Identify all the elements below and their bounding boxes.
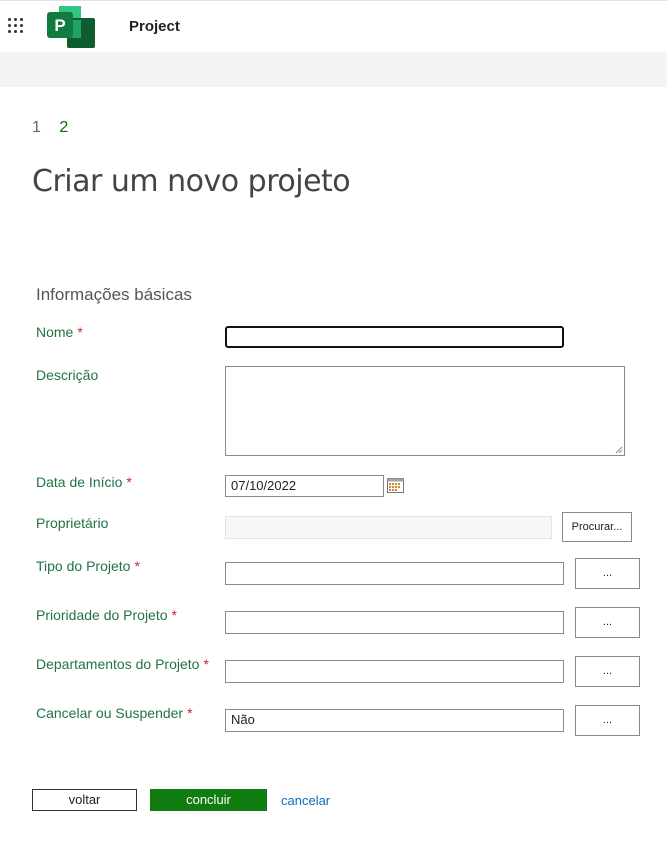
finish-button[interactable]: concluir (150, 789, 267, 811)
page-title: Criar um novo projeto (32, 164, 351, 199)
required-mark: * (126, 474, 132, 490)
top-bar: P Project (0, 0, 667, 52)
departamentos-projeto-input[interactable] (225, 660, 564, 683)
tipo-projeto-input[interactable] (225, 562, 564, 585)
data-inicio-label: Data de Início * (36, 474, 132, 490)
cancel-link[interactable]: cancelar (281, 793, 330, 808)
required-mark: * (171, 607, 177, 623)
tipo-projeto-browse-button[interactable]: ... (575, 558, 640, 589)
procurar-button[interactable]: Procurar... (562, 512, 632, 542)
step-2-current: 2 (59, 119, 69, 136)
cancelar-suspender-label: Cancelar ou Suspender * (36, 705, 193, 721)
resize-handle-icon[interactable] (615, 446, 623, 454)
cancelar-suspender-input[interactable]: Não (225, 709, 564, 732)
nome-label: Nome * (36, 324, 83, 340)
nome-input[interactable] (225, 326, 564, 348)
prioridade-projeto-input[interactable] (225, 611, 564, 634)
project-logo-icon: P (47, 6, 95, 48)
departamentos-projeto-label: Departamentos do Projeto * (36, 656, 209, 672)
wizard-steps: 1 2 (32, 119, 82, 137)
back-button[interactable]: voltar (32, 789, 137, 811)
tipo-projeto-label: Tipo do Projeto * (36, 558, 140, 574)
descricao-textarea[interactable] (225, 366, 625, 456)
cancelar-suspender-browse-button[interactable]: ... (575, 705, 640, 736)
required-mark: * (77, 324, 83, 340)
step-1-link[interactable]: 1 (32, 119, 41, 136)
required-mark: * (187, 705, 193, 721)
ribbon-bar (0, 52, 667, 87)
svg-text:P: P (54, 16, 65, 35)
departamentos-projeto-browse-button[interactable]: ... (575, 656, 640, 687)
prioridade-projeto-label: Prioridade do Projeto * (36, 607, 177, 623)
proprietario-input (225, 516, 552, 539)
required-mark: * (203, 656, 209, 672)
data-inicio-input[interactable]: 07/10/2022 (225, 475, 384, 497)
calendar-icon[interactable] (387, 478, 404, 493)
app-name: Project (129, 18, 180, 35)
section-title: Informações básicas (36, 285, 192, 304)
descricao-label: Descrição (36, 367, 99, 383)
app-launcher-icon[interactable] (8, 18, 23, 33)
prioridade-projeto-browse-button[interactable]: ... (575, 607, 640, 638)
proprietario-label: Proprietário (36, 515, 109, 531)
required-mark: * (134, 558, 140, 574)
